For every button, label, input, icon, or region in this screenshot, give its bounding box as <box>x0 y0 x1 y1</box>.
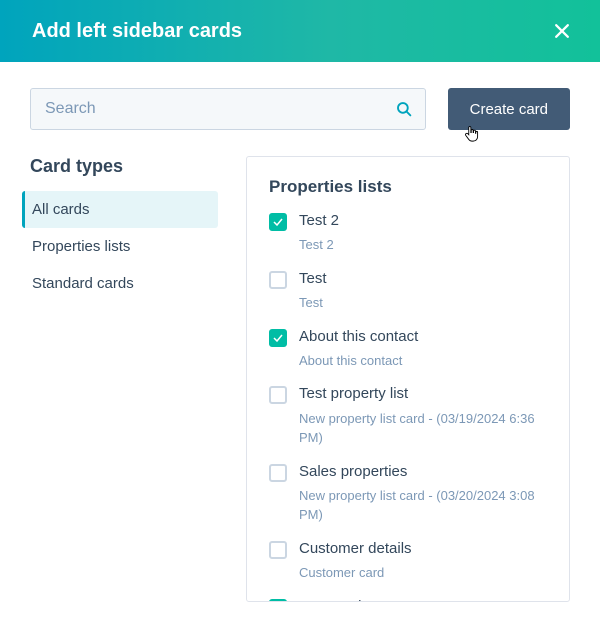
sidebar-item[interactable]: Standard cards <box>22 265 218 302</box>
search-wrap <box>30 88 426 130</box>
card-text: Test sectionTest section <box>299 597 547 603</box>
card-text: About this contact About this contact <box>299 327 547 371</box>
sidebar-item-label: Standard cards <box>32 275 134 292</box>
create-card-button[interactable]: Create card <box>448 88 570 130</box>
card-text: Test Test <box>299 269 547 313</box>
card-checkbox[interactable] <box>269 271 287 289</box>
card-title: Test section <box>299 597 547 603</box>
card-item: Test Test <box>269 269 547 313</box>
panel-heading: Properties lists <box>269 177 547 197</box>
card-checkbox[interactable] <box>269 386 287 404</box>
card-subtitle: Customer card <box>299 563 547 583</box>
sidebar-heading: Card types <box>22 156 218 177</box>
card-text: Test 2 Test 2 <box>299 211 547 255</box>
card-subtitle: New property list card - (03/19/2024 6:3… <box>299 409 547 448</box>
sidebar-item[interactable]: Properties lists <box>22 228 218 265</box>
body-row: Card types All cards Properties lists Stan… <box>0 156 600 602</box>
card-title: Test property list <box>299 384 547 404</box>
card-checkbox[interactable] <box>269 213 287 231</box>
search-icon[interactable] <box>394 99 414 119</box>
card-types-sidebar: Card types All cards Properties lists Stan… <box>22 156 218 602</box>
card-checkbox[interactable] <box>269 464 287 482</box>
toolbar: Create card <box>0 62 600 156</box>
card-text: Customer details Customer card <box>299 539 547 583</box>
card-item: Test sectionTest section <box>269 597 547 603</box>
dialog-header: Add left sidebar cards <box>0 0 600 62</box>
card-item: Test 2 Test 2 <box>269 211 547 255</box>
card-subtitle: New property list card - (03/20/2024 3:0… <box>299 486 547 525</box>
card-item: Test property list New property list card… <box>269 384 547 447</box>
create-card-label: Create card <box>470 101 548 118</box>
cursor-hand-icon <box>462 125 480 147</box>
sidebar-item[interactable]: All cards <box>22 191 218 228</box>
properties-panel: Properties lists Test 2 Test 2 Test Test Abo… <box>246 156 570 602</box>
dialog-title: Add left sidebar cards <box>32 20 242 43</box>
sidebar-item-label: All cards <box>32 201 90 218</box>
card-item: Customer details Customer card <box>269 539 547 583</box>
card-checkbox[interactable] <box>269 541 287 559</box>
card-title: Customer details <box>299 539 547 559</box>
card-text: Test property list New property list card… <box>299 384 547 447</box>
card-text: Sales properties New property list card -… <box>299 462 547 525</box>
card-subtitle: Test 2 <box>299 235 547 255</box>
card-checkbox[interactable] <box>269 329 287 347</box>
card-item: Sales properties New property list card -… <box>269 462 547 525</box>
sidebar-item-label: Properties lists <box>32 238 130 255</box>
card-checkbox[interactable] <box>269 599 287 603</box>
card-title: Test 2 <box>299 211 547 231</box>
card-item: About this contact About this contact <box>269 327 547 371</box>
close-icon[interactable] <box>548 17 576 45</box>
card-subtitle: Test <box>299 293 547 313</box>
card-subtitle: About this contact <box>299 351 547 371</box>
card-title: Test <box>299 269 547 289</box>
card-title: Sales properties <box>299 462 547 482</box>
search-input[interactable] <box>30 88 426 130</box>
card-title: About this contact <box>299 327 547 347</box>
